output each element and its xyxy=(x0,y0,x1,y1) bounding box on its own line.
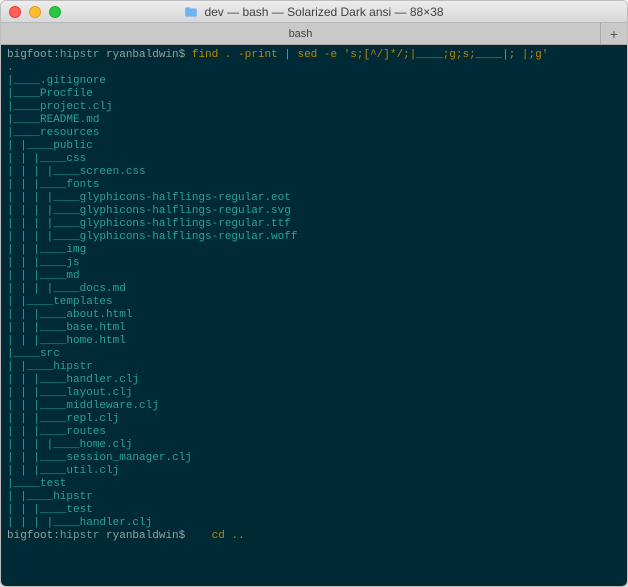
tree-line: | | |____routes xyxy=(7,426,621,439)
window-title-text: dev — bash — Solarized Dark ansi — 88×38 xyxy=(204,5,443,19)
folder-icon xyxy=(184,5,198,19)
maximize-icon[interactable] xyxy=(49,6,61,18)
tree-line: | | |____util.clj xyxy=(7,465,621,478)
minimize-icon[interactable] xyxy=(29,6,41,18)
tree-line: | | |____fonts xyxy=(7,179,621,192)
prompt-host: bigfoot: xyxy=(7,49,60,61)
tree-line: | | | |____handler.clj xyxy=(7,517,621,530)
titlebar: dev — bash — Solarized Dark ansi — 88×38 xyxy=(1,1,627,23)
tree-line: | | |____md xyxy=(7,270,621,283)
tree-line: | | |____handler.clj xyxy=(7,374,621,387)
tree-line: | |____hipstr xyxy=(7,491,621,504)
tree-line: |____project.clj xyxy=(7,101,621,114)
prompt-dir: hipstr xyxy=(60,49,106,61)
tree-line: | |____public xyxy=(7,140,621,153)
prompt-user: ryanbaldwin$ xyxy=(106,530,192,542)
prompt-dir: hipstr xyxy=(60,530,106,542)
tree-line: | | |____middleware.clj xyxy=(7,400,621,413)
tab-bash[interactable]: bash xyxy=(1,23,601,44)
tree-line: | | | |____glyphicons-halflings-regular.… xyxy=(7,192,621,205)
tree-line: | | |____js xyxy=(7,257,621,270)
tree-line: | | |____session_manager.clj xyxy=(7,452,621,465)
new-tab-button[interactable]: + xyxy=(601,23,627,44)
tree-line: | | | |____screen.css xyxy=(7,166,621,179)
tree-line: |____Procfile xyxy=(7,88,621,101)
traffic-lights xyxy=(9,6,61,18)
tree-line: | | | |____glyphicons-halflings-regular.… xyxy=(7,231,621,244)
terminal-window: dev — bash — Solarized Dark ansi — 88×38… xyxy=(0,0,628,587)
command-text: find . -print | sed -e 's;[^/]*/;|____;g… xyxy=(192,49,548,61)
prompt-host: bigfoot: xyxy=(7,530,60,542)
tree-line: |____src xyxy=(7,348,621,361)
tree-line: |____.gitignore xyxy=(7,75,621,88)
tree-line: | | |____home.html xyxy=(7,335,621,348)
prompt-user: ryanbaldwin$ xyxy=(106,49,192,61)
tree-line: | | |____css xyxy=(7,153,621,166)
command-text: cd .. xyxy=(192,530,245,542)
tree-line: | |____templates xyxy=(7,296,621,309)
tab-label: bash xyxy=(289,28,313,40)
tree-line: | | |____repl.clj xyxy=(7,413,621,426)
tree-line: | | |____about.html xyxy=(7,309,621,322)
tree-line: | | |____layout.clj xyxy=(7,387,621,400)
tree-line: |____resources xyxy=(7,127,621,140)
close-icon[interactable] xyxy=(9,6,21,18)
tree-line: | | | |____glyphicons-halflings-regular.… xyxy=(7,205,621,218)
tree-line: | | | |____docs.md xyxy=(7,283,621,296)
tree-line: | | |____test xyxy=(7,504,621,517)
tree-line: | | | |____glyphicons-halflings-regular.… xyxy=(7,218,621,231)
tree-line: |____test xyxy=(7,478,621,491)
tree-line: . xyxy=(7,62,621,75)
tree-output: .|____.gitignore|____Procfile|____projec… xyxy=(7,62,621,530)
tree-line: |____README.md xyxy=(7,114,621,127)
tree-line: | |____hipstr xyxy=(7,361,621,374)
window-title: dev — bash — Solarized Dark ansi — 88×38 xyxy=(1,5,627,19)
terminal-content[interactable]: bigfoot:hipstr ryanbaldwin$ find . -prin… xyxy=(1,45,627,586)
plus-icon: + xyxy=(610,26,618,42)
tree-line: | | | |____home.clj xyxy=(7,439,621,452)
tree-line: | | |____base.html xyxy=(7,322,621,335)
tree-line: | | |____img xyxy=(7,244,621,257)
tab-bar: bash + xyxy=(1,23,627,45)
